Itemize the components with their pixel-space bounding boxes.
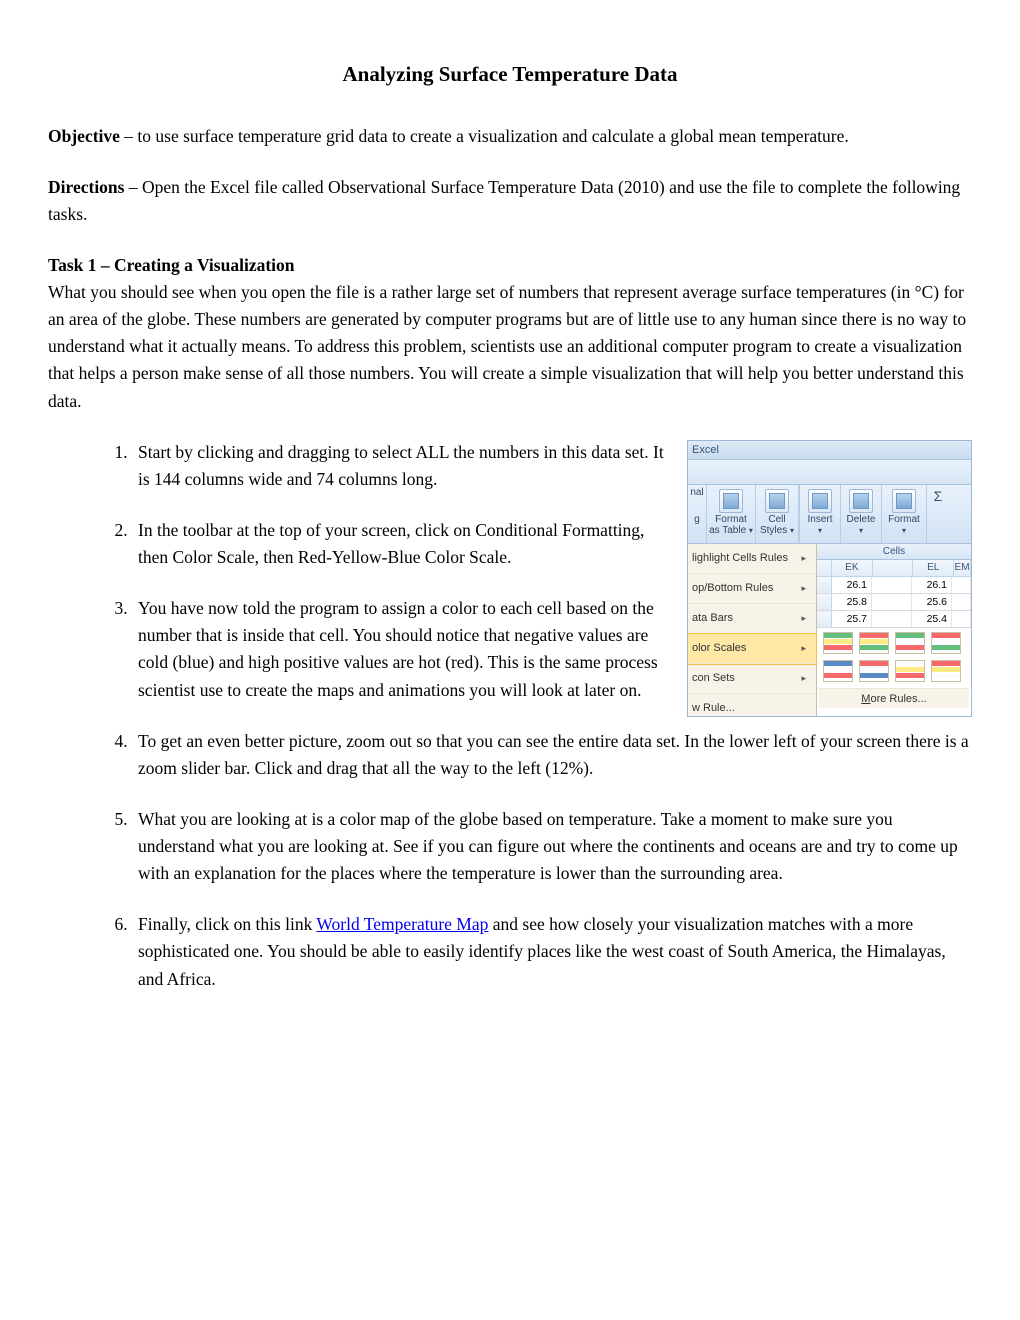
more-rules-item: More Rules... — [819, 688, 969, 708]
list-item: What you are looking at is a color map o… — [132, 806, 972, 887]
ribbon-group-autosum: Σ — [927, 485, 949, 543]
col-header-em: EM — [954, 560, 971, 576]
directions-label: Directions — [48, 177, 124, 197]
ribbon-label-cell: Cell — [768, 514, 785, 525]
color-scale-swatch — [859, 660, 889, 682]
task1-intro: What you should see when you open the fi… — [48, 279, 972, 415]
excel-screenshot: Excel nal g Format as Table ▾ Cell Style… — [687, 440, 972, 717]
submenu-arrow-icon: ▸ — [801, 664, 806, 693]
excel-ribbon: nal g Format as Table ▾ Cell Styles ▾ In… — [688, 485, 971, 544]
excel-ribbon-tabs — [688, 460, 971, 485]
color-scale-gallery: More Rules... — [817, 628, 971, 717]
step-text-prefix: Finally, click on this link — [138, 914, 316, 934]
step-text: Start by clicking and dragging to select… — [138, 442, 664, 489]
objective-text: – to use surface temperature grid data t… — [120, 126, 849, 146]
task1-section: Task 1 – Creating a Visualization What y… — [48, 252, 972, 993]
submenu-arrow-icon: ▸ — [801, 604, 806, 633]
ribbon-label-insert: Insert — [807, 514, 832, 525]
page-title: Analyzing Surface Temperature Data — [48, 58, 972, 91]
cell-value: 25.7 — [832, 611, 872, 627]
ribbon-group-format2: Format ▾ — [882, 485, 927, 543]
submenu-arrow-icon: ▸ — [801, 574, 806, 603]
menu-highlight-cells-rules: lighlight Cells Rules▸ — [688, 544, 816, 574]
table-row: 25.7 25.4 — [817, 611, 971, 628]
color-scale-swatch — [823, 632, 853, 654]
format-as-table-icon — [719, 489, 743, 513]
sheet-column-headers: EK EL EM — [817, 560, 971, 577]
step-text: What you are looking at is a color map o… — [138, 809, 958, 883]
cell-value: 25.8 — [832, 594, 872, 610]
color-scale-swatch — [859, 632, 889, 654]
world-temperature-map-link[interactable]: World Temperature Map — [316, 914, 488, 934]
task1-heading: Task 1 – Creating a Visualization — [48, 255, 295, 275]
insert-icon — [808, 489, 832, 513]
cell-value: 26.1 — [832, 577, 872, 593]
color-scale-row — [819, 632, 969, 654]
ribbon-label-format2: Format — [888, 514, 920, 525]
directions-text: – Open the Excel file called Observation… — [48, 177, 960, 224]
conditional-formatting-menu: lighlight Cells Rules▸ op/Bottom Rules▸ … — [688, 544, 817, 717]
table-row: 25.8 25.6 — [817, 594, 971, 611]
menu-top-bottom-rules: op/Bottom Rules▸ — [688, 574, 816, 604]
autosum-sigma-icon: Σ — [934, 489, 943, 503]
task1-heading-line: Task 1 – Creating a Visualization — [48, 252, 972, 279]
col-header-ek: EK — [832, 560, 873, 576]
directions-paragraph: Directions – Open the Excel file called … — [48, 174, 972, 228]
objective-label: Objective — [48, 126, 120, 146]
table-row: 26.1 26.1 — [817, 577, 971, 594]
color-scale-row — [819, 660, 969, 682]
submenu-arrow-icon: ▸ — [801, 544, 806, 573]
menu-new-rule: w Rule... — [688, 694, 816, 717]
menu-data-bars: ata Bars▸ — [688, 604, 816, 634]
ribbon-label-styles: Styles ▾ — [760, 525, 794, 536]
color-scale-swatch — [931, 660, 961, 682]
ribbon-label-astable: as Table ▾ — [709, 525, 753, 536]
color-scale-swatch — [823, 660, 853, 682]
excel-body: lighlight Cells Rules▸ op/Bottom Rules▸ … — [688, 544, 971, 717]
cell-styles-icon — [765, 489, 789, 513]
ribbon-label-format: Format — [715, 514, 747, 525]
list-item: To get an even better picture, zoom out … — [132, 728, 972, 782]
cell-value: 26.1 — [912, 577, 952, 593]
ribbon-group-cut-conditional: nal g — [688, 485, 707, 543]
ribbon-format-dropdown-icon: ▾ — [902, 525, 906, 537]
ribbon-delete-dropdown-icon: ▾ — [859, 525, 863, 537]
list-item: Finally, click on this link World Temper… — [132, 911, 972, 992]
document-page: Analyzing Surface Temperature Data Objec… — [0, 0, 1020, 1320]
excel-right-pane: Cells EK EL EM 26.1 26.1 — [817, 544, 971, 717]
delete-icon — [849, 489, 873, 513]
menu-color-scales: olor Scales▸ — [688, 634, 816, 664]
ribbon-group-delete: Delete ▾ — [841, 485, 882, 543]
color-scale-swatch — [931, 632, 961, 654]
objective-paragraph: Objective – to use surface temperature g… — [48, 123, 972, 150]
cell-value: 25.4 — [912, 611, 952, 627]
ribbon-group-cell-styles: Cell Styles ▾ — [756, 485, 799, 543]
step-text: You have now told the program to assign … — [138, 598, 658, 699]
step-text: In the toolbar at the top of your screen… — [138, 520, 644, 567]
ribbon-label-g: g — [694, 514, 700, 525]
format-icon — [892, 489, 916, 513]
ribbon-group-insert: Insert ▾ — [799, 485, 841, 543]
cell-value: 25.6 — [912, 594, 952, 610]
menu-icon-sets: con Sets▸ — [688, 664, 816, 694]
cells-group-label: Cells — [817, 544, 971, 560]
step-text: To get an even better picture, zoom out … — [138, 731, 969, 778]
ribbon-group-format-table: Format as Table ▾ — [707, 485, 756, 543]
ribbon-label-nal: nal — [690, 487, 703, 498]
col-header-empty — [873, 560, 914, 576]
submenu-arrow-icon: ▸ — [801, 634, 806, 663]
color-scale-swatch — [895, 632, 925, 654]
color-scale-swatch — [895, 660, 925, 682]
ribbon-label-delete: Delete — [847, 514, 876, 525]
excel-titlebar: Excel — [688, 441, 971, 460]
ribbon-insert-dropdown-icon: ▾ — [818, 525, 822, 537]
col-header-el: EL — [913, 560, 954, 576]
